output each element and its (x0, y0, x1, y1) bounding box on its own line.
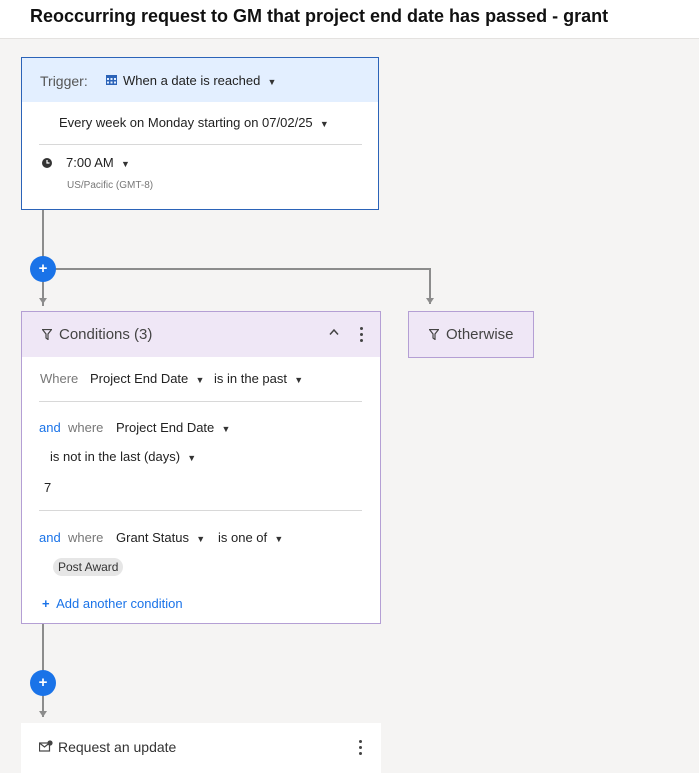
field-dropdown[interactable]: Project End Date ▼ (116, 420, 230, 435)
where-keyword: Where (40, 371, 79, 386)
schedule-label: Every week on Monday starting on 07/02/2… (59, 115, 313, 130)
caret-down-icon: ▼ (294, 375, 304, 385)
caret-down-icon: ▼ (319, 119, 329, 129)
trigger-type-label: When a date is reached (123, 73, 261, 88)
operator-label: is one of (218, 530, 268, 545)
timezone-label: US/Pacific (GMT-8) (67, 180, 154, 191)
otherwise-title: Otherwise (446, 326, 514, 343)
conditions-title: Conditions (3) (59, 326, 153, 343)
field-label: Grant Status (116, 530, 189, 545)
operator-dropdown[interactable]: is one of ▼ (218, 530, 283, 545)
caret-down-icon: ▼ (267, 77, 277, 87)
days-value-input[interactable]: 7 (44, 480, 51, 495)
schedule-dropdown[interactable]: Every week on Monday starting on 07/02/2… (59, 115, 329, 130)
trigger-header: Trigger: When a date is reached ▼ (22, 58, 378, 102)
add-step-button[interactable]: + (30, 256, 56, 282)
otherwise-card[interactable]: Otherwise (408, 311, 534, 358)
operator-label: is not in the last (days) (50, 449, 181, 464)
and-connector[interactable]: and (39, 530, 61, 545)
calendar-icon (106, 75, 117, 85)
field-dropdown[interactable]: Project End Date ▼ (90, 371, 204, 386)
filter-icon (42, 329, 52, 340)
value-chip[interactable]: Post Award (53, 558, 124, 576)
caret-down-icon: ▼ (120, 159, 130, 169)
trigger-card[interactable]: Trigger: When a date is reached ▼ Every … (21, 57, 379, 210)
arrow-down-icon (39, 711, 47, 717)
time-dropdown[interactable]: 7:00 AM ▼ (66, 155, 130, 170)
chevron-up-icon[interactable] (329, 328, 339, 336)
divider (39, 510, 362, 511)
more-options-icon[interactable] (359, 740, 363, 756)
caret-down-icon: ▼ (221, 424, 231, 434)
page-title: Reoccurring request to GM that project e… (30, 6, 609, 26)
header: Reoccurring request to GM that project e… (0, 0, 699, 39)
where-keyword: where (68, 530, 104, 545)
plus-icon: + (42, 596, 50, 611)
caret-down-icon: ▼ (196, 534, 206, 544)
and-connector[interactable]: and (39, 420, 61, 435)
caret-down-icon: ▼ (195, 375, 205, 385)
operator-dropdown[interactable]: is not in the last (days) ▼ (50, 449, 196, 464)
caret-down-icon: ▼ (187, 453, 197, 463)
arrow-down-icon (39, 298, 47, 304)
divider (39, 401, 362, 402)
add-condition-label: Add another condition (56, 596, 183, 611)
connector-line (42, 268, 431, 270)
action-title: Request an update (58, 739, 177, 755)
divider (39, 144, 362, 145)
field-label: Project End Date (90, 371, 189, 386)
time-label: 7:00 AM (66, 155, 114, 170)
add-step-button[interactable]: + (30, 670, 56, 696)
field-label: Project End Date (116, 420, 215, 435)
add-condition-button[interactable]: + Add another condition (42, 596, 183, 611)
operator-label: is in the past (214, 371, 287, 386)
conditions-card[interactable]: Conditions (3) Where Project End Date ▼ … (21, 311, 381, 624)
more-options-icon[interactable] (360, 327, 364, 343)
field-dropdown[interactable]: Grant Status ▼ (116, 530, 205, 545)
clock-icon (42, 158, 52, 168)
filter-icon (429, 329, 439, 340)
operator-dropdown[interactable]: is in the past ▼ (214, 371, 303, 386)
where-keyword: where (68, 420, 104, 435)
arrow-down-icon (426, 298, 434, 304)
conditions-header: Conditions (3) (22, 312, 380, 357)
trigger-label: Trigger: (40, 73, 88, 89)
request-update-icon (39, 740, 53, 752)
trigger-type-dropdown[interactable]: When a date is reached ▼ (123, 73, 276, 88)
caret-down-icon: ▼ (274, 534, 284, 544)
